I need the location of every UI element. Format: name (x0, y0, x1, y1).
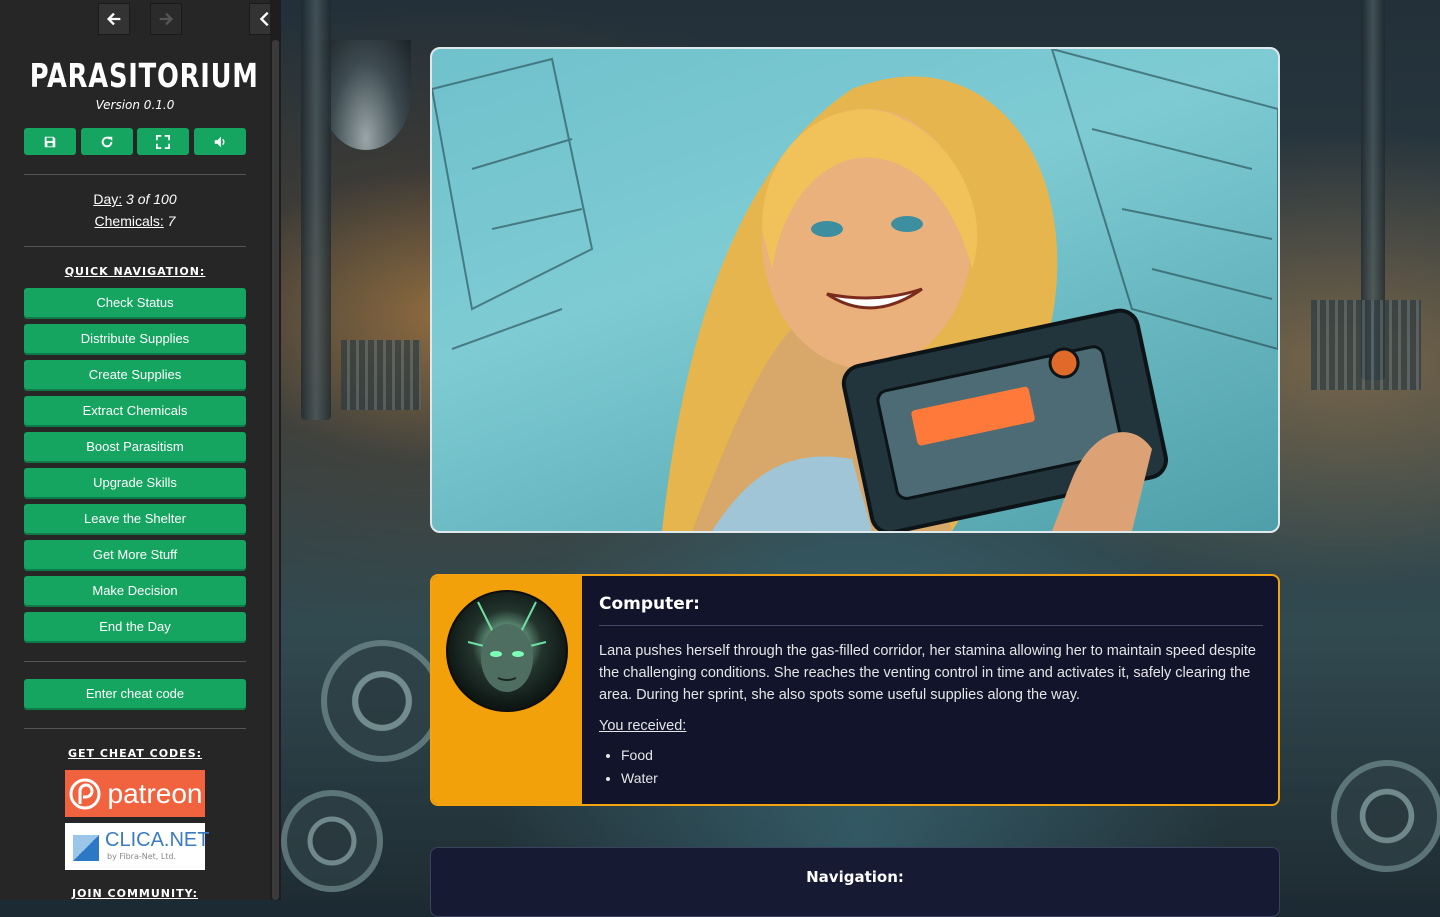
save-button[interactable] (24, 128, 76, 155)
speaker-name: Computer: (599, 594, 700, 614)
volume-icon (214, 136, 225, 147)
list-item: Food (621, 744, 658, 767)
leave-shelter-button[interactable]: Leave the Shelter (24, 504, 246, 533)
navigation-panel: Navigation: (430, 847, 1280, 917)
join-community-title: JOIN COMMUNITY: (71, 887, 199, 900)
check-status-button[interactable]: Check Status (24, 288, 246, 317)
version-label: Version 0.1.0 (95, 98, 175, 112)
forward-button[interactable] (150, 3, 182, 35)
clica-link[interactable]: CLICA.NET by Fibra-Net, Ltd. (65, 823, 209, 870)
upgrade-skills-button[interactable]: Upgrade Skills (24, 468, 246, 497)
chemicals-label[interactable]: Chemicals: (95, 213, 164, 229)
restart-icon (101, 136, 113, 147)
clica-name: CLICA.NET (105, 829, 210, 851)
chemicals-value: 7 (167, 213, 176, 229)
list-item: Water (621, 767, 658, 790)
fullscreen-button[interactable] (137, 128, 189, 155)
create-supplies-button[interactable]: Create Supplies (24, 360, 246, 389)
clica-logo-icon (73, 835, 99, 861)
make-decision-button[interactable]: Make Decision (24, 576, 246, 605)
dialog-portrait-panel (432, 576, 582, 804)
arrow-left-icon (106, 12, 121, 26)
quick-navigation-title: QUICK NAVIGATION: (64, 265, 206, 278)
navigation-title: Navigation: (806, 868, 904, 886)
scrollbar-thumb[interactable] (272, 40, 279, 900)
divider (24, 174, 246, 175)
back-button[interactable] (98, 3, 130, 35)
game-title: PARASITORIUM (29, 56, 259, 95)
chevron-left-icon (259, 11, 269, 27)
dialog-box: Computer: Lana pushes herself through th… (430, 574, 1280, 806)
chemicals-stat: Chemicals: 7 (0, 213, 270, 229)
ai-face-icon (467, 601, 547, 692)
distribute-supplies-button[interactable]: Distribute Supplies (24, 324, 246, 353)
dialog-text: Lana pushes herself through the gas-fill… (599, 643, 1256, 703)
extract-chemicals-button[interactable]: Extract Chemicals (24, 396, 246, 425)
divider (24, 246, 246, 247)
patreon-logo-icon (69, 778, 101, 809)
speaker-avatar (446, 590, 568, 712)
collapse-sidebar-button[interactable] (249, 3, 270, 35)
sidebar-scrollbar[interactable] (270, 0, 281, 900)
received-items-list: Food Water (599, 744, 658, 790)
enter-cheat-code-button[interactable]: Enter cheat code (24, 679, 246, 708)
character-illustration (432, 49, 1278, 531)
get-cheat-codes-title: GET CHEAT CODES: (67, 747, 203, 760)
restart-button[interactable] (81, 128, 133, 155)
sidebar: PARASITORIUM Version 0.1.0 Day: 3 of 100… (0, 0, 270, 900)
dialog-divider (599, 625, 1263, 626)
patreon-label: patreon (107, 777, 203, 809)
day-value: 3 of 100 (126, 191, 177, 207)
received-label[interactable]: You received: (599, 718, 686, 734)
day-stat: Day: 3 of 100 (0, 191, 270, 207)
scene-illustration (430, 47, 1280, 533)
day-label[interactable]: Day: (93, 191, 122, 207)
patreon-link[interactable]: patreon (65, 770, 205, 817)
boost-parasitism-button[interactable]: Boost Parasitism (24, 432, 246, 461)
divider (24, 661, 246, 662)
divider (24, 728, 246, 729)
clica-byline: by Fibra-Net, Ltd. (107, 852, 177, 861)
arrow-right-icon (159, 12, 174, 26)
end-day-button[interactable]: End the Day (24, 612, 246, 641)
fullscreen-icon (156, 134, 170, 149)
save-icon (44, 136, 56, 147)
get-more-stuff-button[interactable]: Get More Stuff (24, 540, 246, 569)
volume-button[interactable] (194, 128, 246, 155)
